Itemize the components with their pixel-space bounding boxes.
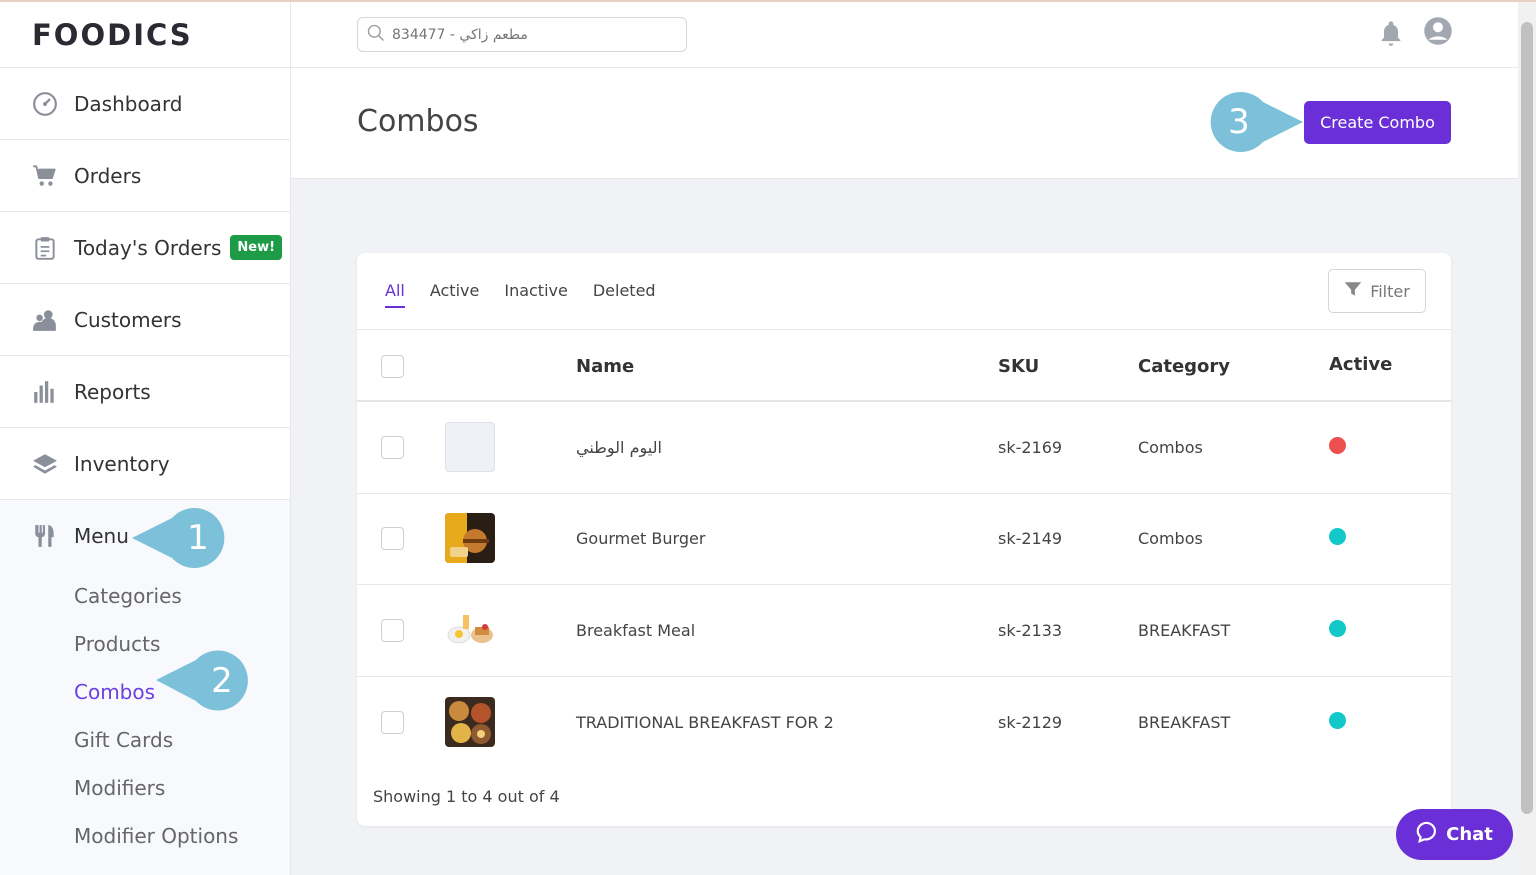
search-icon (366, 23, 386, 47)
table-row[interactable]: Gourmet Burger sk-2149 Combos (357, 493, 1451, 585)
bell-icon[interactable] (1377, 18, 1405, 48)
select-all-checkbox[interactable] (381, 355, 404, 378)
chat-label: Chat (1446, 824, 1493, 845)
row-checkbox[interactable] (381, 711, 404, 734)
scrollbar-thumb[interactable] (1521, 22, 1533, 814)
row-name: اليوم الوطني (576, 438, 662, 457)
row-category: Combos (1138, 529, 1203, 548)
row-checkbox[interactable] (381, 527, 404, 550)
sidebar-item-label: Today's Orders (74, 235, 222, 260)
active-status-dot (1329, 620, 1346, 637)
customers-icon (32, 307, 58, 333)
user-avatar-icon[interactable] (1423, 16, 1453, 46)
sidebar-item-label: Customers (74, 307, 182, 332)
tab-inactive[interactable]: Inactive (504, 281, 568, 308)
combos-table-card: All Active Inactive Deleted Filter Name … (357, 253, 1451, 826)
active-status-dot (1329, 712, 1346, 729)
new-badge: New! (230, 235, 283, 260)
active-status-dot (1329, 528, 1346, 545)
sidebar-subitem-categories[interactable]: Categories (0, 572, 290, 620)
sidebar-item-label: Menu (74, 524, 129, 548)
search-input[interactable] (392, 26, 672, 43)
logo[interactable]: FOODICS (0, 2, 290, 68)
tab-deleted[interactable]: Deleted (593, 281, 656, 308)
sidebar-subitem-modifier-options[interactable]: Modifier Options (0, 812, 290, 860)
table-row[interactable]: Breakfast Meal sk-2133 BREAKFAST (357, 585, 1451, 677)
layers-icon (32, 451, 58, 477)
row-category: BREAKFAST (1138, 621, 1231, 640)
sidebar-item-label: Reports (74, 379, 151, 404)
table-row[interactable]: TRADITIONAL BREAKFAST FOR 2 sk-2129 BREA… (357, 677, 1451, 769)
annotation-callout-1: 1 (132, 508, 228, 568)
tab-active[interactable]: Active (430, 281, 480, 308)
clipboard-icon (32, 235, 58, 261)
sidebar-item-label: Orders (74, 163, 142, 188)
tab-all[interactable]: All (385, 281, 405, 308)
row-sku: sk-2133 (998, 621, 1063, 640)
product-image-placeholder (445, 422, 495, 472)
fork-knife-icon (32, 523, 58, 549)
sidebar-item-dashboard[interactable]: Dashboard (0, 68, 290, 140)
sidebar-item-label: Dashboard (74, 91, 183, 116)
product-image (445, 513, 495, 563)
annotation-callout-2: 2 (156, 650, 252, 711)
sidebar-item-reports[interactable]: Reports (0, 356, 290, 428)
row-category: BREAKFAST (1138, 713, 1231, 732)
row-sku: sk-2169 (998, 438, 1063, 457)
status-tabs: All Active Inactive Deleted (385, 281, 656, 308)
dashboard-icon (32, 91, 58, 117)
sidebar-item-label: Inventory (74, 451, 170, 476)
sidebar-item-orders[interactable]: Orders (0, 140, 290, 212)
create-combo-button[interactable]: Create Combo (1304, 101, 1451, 144)
top-header (291, 2, 1518, 68)
chat-bubble-icon (1416, 821, 1438, 848)
sidebar-subitem-groups[interactable]: Groups (0, 860, 290, 875)
annotation-callout-3: 3 (1207, 92, 1303, 152)
column-header-sku[interactable]: SKU (998, 356, 1039, 377)
sidebar: FOODICS Dashboard Orders Today's Orders … (0, 2, 291, 875)
table-header: Name SKU Category Active (357, 330, 1451, 402)
page-header: Combos Create Combo (291, 68, 1518, 179)
pagination-summary: Showing 1 to 4 out of 4 (373, 787, 560, 806)
cart-icon (32, 163, 58, 189)
row-sku: sk-2149 (998, 529, 1063, 548)
row-name: Breakfast Meal (576, 621, 696, 640)
sidebar-item-todays-orders[interactable]: Today's Orders New! (0, 212, 290, 284)
row-checkbox[interactable] (381, 436, 404, 459)
search-box[interactable] (357, 17, 687, 52)
logo-text: FOODICS (32, 17, 193, 52)
chat-button[interactable]: Chat (1396, 809, 1513, 860)
bar-chart-icon (32, 379, 58, 405)
filter-label: Filter (1370, 281, 1410, 301)
row-name: Gourmet Burger (576, 529, 706, 548)
row-category: Combos (1138, 438, 1203, 457)
sidebar-item-customers[interactable]: Customers (0, 284, 290, 356)
sidebar-subitem-gift-cards[interactable]: Gift Cards (0, 716, 290, 764)
column-header-category[interactable]: Category (1138, 356, 1230, 377)
sidebar-item-inventory[interactable]: Inventory (0, 428, 290, 500)
table-row[interactable]: اليوم الوطني sk-2169 Combos (357, 402, 1451, 494)
column-header-name[interactable]: Name (576, 356, 634, 377)
filter-icon (1344, 281, 1362, 301)
filter-button[interactable]: Filter (1328, 269, 1426, 313)
row-name: TRADITIONAL BREAKFAST FOR 2 (576, 713, 834, 732)
row-checkbox[interactable] (381, 619, 404, 642)
product-image (445, 697, 495, 747)
row-sku: sk-2129 (998, 713, 1063, 732)
vertical-scrollbar[interactable] (1518, 2, 1536, 875)
inactive-status-dot (1329, 437, 1346, 454)
page-title: Combos (357, 104, 479, 139)
column-header-active[interactable]: Active (1329, 354, 1392, 375)
product-image (445, 605, 495, 655)
sidebar-subitem-modifiers[interactable]: Modifiers (0, 764, 290, 812)
